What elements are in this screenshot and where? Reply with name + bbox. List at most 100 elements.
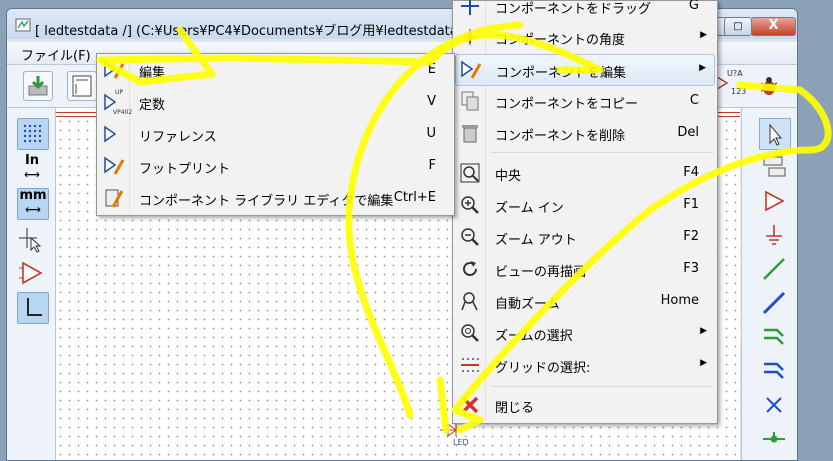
ground-icon bbox=[766, 225, 782, 245]
menu-item-drag-component[interactable]: コンポーネントをドラッグ G bbox=[455, 0, 715, 21]
menu-item-shortcut: Home bbox=[660, 293, 699, 308]
menu-item-label: コンポーネントをドラッグ bbox=[495, 2, 652, 17]
submenu-item-value[interactable]: UP VP402 定数 V bbox=[99, 87, 452, 117]
grid-select-icon bbox=[461, 358, 479, 372]
trash-icon bbox=[462, 125, 478, 143]
menu-item-label: コンポーネントを削除 bbox=[495, 129, 626, 144]
place-power-button[interactable] bbox=[759, 220, 789, 250]
line-mode-button[interactable] bbox=[17, 292, 49, 324]
copy-icon bbox=[461, 91, 479, 111]
save-button[interactable] bbox=[23, 71, 53, 101]
zoom-in-icon bbox=[461, 196, 479, 214]
hierarchy-navigator-button[interactable] bbox=[759, 152, 789, 182]
menu-file[interactable]: ファイル(F) bbox=[21, 45, 91, 64]
arrow-cursor-icon bbox=[769, 123, 783, 146]
cursor-shape-button[interactable] bbox=[17, 224, 47, 254]
select-tool-button[interactable] bbox=[759, 118, 791, 150]
no-connect-button[interactable] bbox=[759, 390, 789, 420]
submenu-item-shortcut: F bbox=[428, 158, 436, 173]
edit-component-submenu: 編集 E UP VP402 定数 V リファレンス U フットプリント F コン… bbox=[96, 53, 455, 216]
menu-item-component-angle[interactable]: コンポーネントの角度 ▶ bbox=[455, 22, 715, 52]
menu-item-edit-component[interactable]: コンポーネントを編集 ▶ bbox=[455, 54, 715, 86]
context-menu: コンポーネントをドラッグ G コンポーネントの角度 ▶ コンポーネントを編集 ▶… bbox=[452, 0, 718, 424]
bus-to-bus-entry-button[interactable] bbox=[759, 356, 789, 386]
menu-item-close[interactable]: 閉じる bbox=[455, 390, 715, 420]
wire-to-bus-entry-button[interactable] bbox=[759, 322, 789, 352]
hidden-pins-button[interactable] bbox=[17, 258, 47, 288]
auto-zoom-icon bbox=[461, 292, 478, 311]
menu-item-label: ビューの再描画 bbox=[495, 265, 587, 280]
menu-item-copy-component[interactable]: コンポーネントをコピー C bbox=[455, 86, 715, 116]
zoom-out-icon bbox=[461, 228, 479, 246]
menu-item-shortcut: F2 bbox=[683, 229, 699, 244]
submenu-item-edit[interactable]: 編集 E bbox=[99, 55, 452, 85]
close-x-icon bbox=[461, 396, 479, 414]
menu-item-label: グリッドの選択: bbox=[495, 361, 591, 376]
maximize-button[interactable]: □ bbox=[724, 17, 752, 36]
place-junction-button[interactable] bbox=[759, 424, 789, 454]
menu-item-shortcut: Del bbox=[677, 125, 699, 140]
part-label-top: U?A bbox=[727, 69, 743, 78]
place-component-button[interactable] bbox=[759, 186, 789, 216]
menu-item-shortcut: F1 bbox=[683, 197, 699, 212]
submenu-arrow-icon: ▶ bbox=[699, 63, 706, 73]
icon-up-text: UP bbox=[115, 89, 124, 96]
submenu-arrow-icon: ▶ bbox=[700, 326, 707, 336]
edit-footprint-icon bbox=[104, 156, 125, 175]
menu-item-shortcut: F4 bbox=[683, 165, 699, 180]
grid-icon bbox=[23, 124, 42, 143]
submenu-item-footprint[interactable]: フットプリント F bbox=[99, 151, 452, 181]
erc-button[interactable] bbox=[757, 73, 781, 99]
icon-value-text: VP402 bbox=[113, 109, 133, 116]
submenu-item-reference[interactable]: リファレンス U bbox=[99, 119, 452, 149]
menu-item-label: ズーム イン bbox=[495, 201, 564, 216]
submenu-item-shortcut: U bbox=[426, 126, 436, 141]
menu-item-label: コンポーネントを編集 bbox=[496, 66, 627, 81]
menu-item-shortcut: F3 bbox=[683, 261, 699, 276]
menu-item-grid-select[interactable]: グリッドの選択: ▶ bbox=[455, 350, 715, 380]
menu-item-center[interactable]: 中央 F4 bbox=[455, 158, 715, 188]
drag-icon bbox=[461, 0, 479, 15]
mm-units-button[interactable]: mm ⟷ bbox=[17, 188, 49, 220]
menu-separator bbox=[491, 152, 713, 153]
menu-item-zoom-in[interactable]: ズーム イン F1 bbox=[455, 190, 715, 220]
page-settings-button[interactable] bbox=[67, 71, 97, 101]
submenu-item-label: フットプリント bbox=[139, 162, 231, 177]
menu-item-auto-zoom[interactable]: 自動ズーム Home bbox=[455, 286, 715, 316]
menu-item-shortcut: C bbox=[689, 93, 699, 108]
wire-bus-entry-icon bbox=[764, 328, 784, 345]
close-window-button[interactable]: X bbox=[751, 17, 796, 36]
menu-item-delete-component[interactable]: コンポーネントを削除 Del bbox=[455, 118, 715, 148]
submenu-item-shortcut: E bbox=[427, 62, 436, 77]
submenu-item-shortcut: Ctrl+E bbox=[393, 190, 436, 205]
edit-component-icon bbox=[461, 60, 482, 79]
part-reference-icon[interactable]: U?A 123 bbox=[727, 69, 753, 101]
place-bus-button[interactable] bbox=[759, 288, 789, 318]
menu-item-redraw[interactable]: ビューの再描画 F3 bbox=[455, 254, 715, 284]
maximize-icon: □ bbox=[733, 21, 743, 32]
orthogonal-line-icon bbox=[27, 298, 42, 316]
menu-separator bbox=[491, 386, 713, 387]
menu-item-label: ズーム アウト bbox=[495, 233, 577, 248]
save-icon bbox=[28, 76, 48, 96]
submenu-item-label: コンポーネント ライブラリ エディタで編集 bbox=[139, 194, 394, 209]
component-icon bbox=[765, 190, 785, 212]
inch-units-button[interactable]: In ⟷ bbox=[17, 154, 47, 184]
grid-toggle-button[interactable] bbox=[17, 118, 49, 150]
mm-arrow-icon: ⟷ bbox=[25, 203, 41, 216]
cursor-cross-icon bbox=[19, 228, 42, 253]
hierarchy-icon bbox=[763, 156, 786, 177]
library-editor-icon bbox=[105, 189, 124, 208]
bus-bus-entry-icon bbox=[764, 362, 784, 379]
submenu-item-library-editor[interactable]: コンポーネント ライブラリ エディタで編集 Ctrl+E bbox=[99, 183, 452, 213]
menu-item-label: 中央 bbox=[495, 169, 522, 184]
menu-item-label: コンポーネントの角度 bbox=[495, 33, 626, 48]
zoom-select-icon bbox=[461, 324, 479, 342]
no-connect-icon bbox=[766, 397, 782, 413]
submenu-item-label: リファレンス bbox=[139, 130, 217, 145]
menu-item-zoom-select[interactable]: ズームの選択 ▶ bbox=[455, 318, 715, 348]
part-label-bottom: 123 bbox=[731, 87, 747, 96]
submenu-item-label: 定数 bbox=[139, 98, 166, 113]
menu-item-zoom-out[interactable]: ズーム アウト F2 bbox=[455, 222, 715, 252]
place-wire-button[interactable] bbox=[759, 254, 789, 284]
